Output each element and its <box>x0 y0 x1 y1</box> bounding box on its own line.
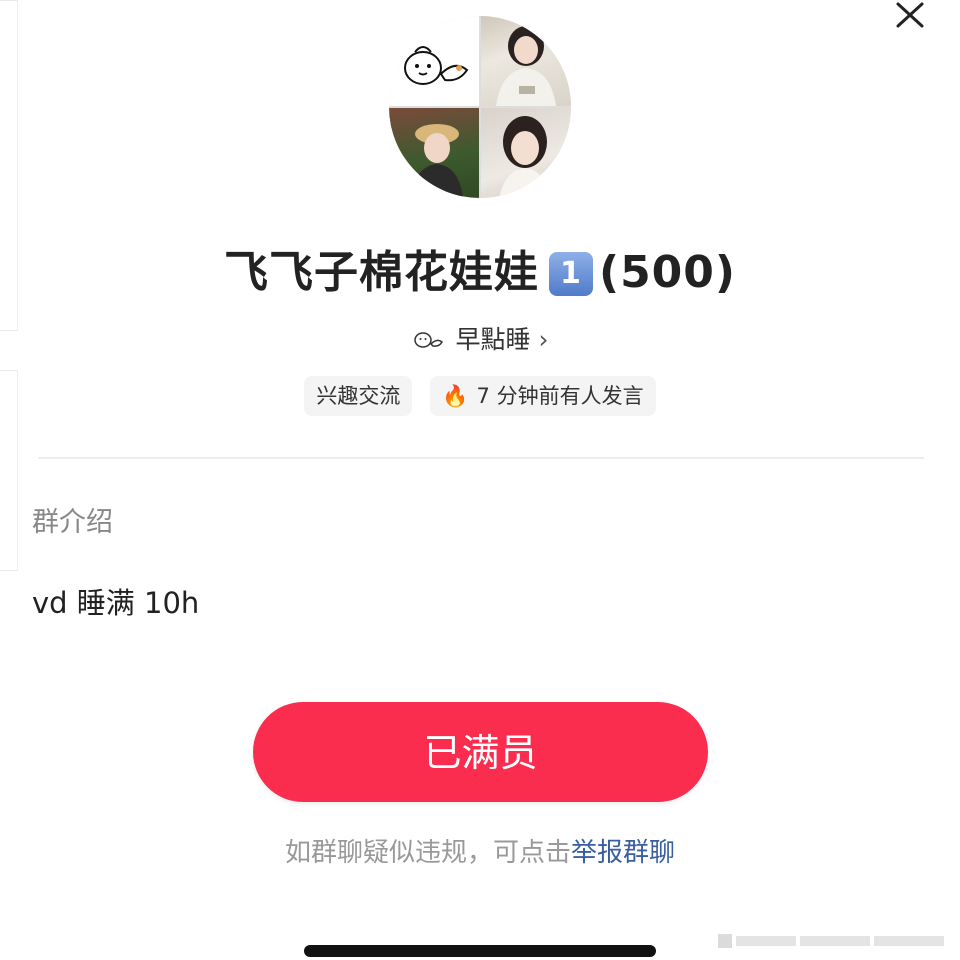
tag-label: 7 分钟前有人发言 <box>476 384 644 408</box>
close-button[interactable] <box>892 0 932 34</box>
member-avatar-photo <box>481 108 571 198</box>
member-count: (500) <box>598 247 737 298</box>
report-hint-text: 如群聊疑似违规，可点击 <box>284 838 571 868</box>
member-avatar-photo <box>481 16 571 106</box>
watermark-image <box>718 934 944 948</box>
group-avatar[interactable] <box>389 16 571 198</box>
member-avatar-cartoon <box>389 16 479 106</box>
intro-label: 群介绍 <box>32 507 113 538</box>
tag-label: 兴趣交流 <box>316 384 401 408</box>
divider <box>38 457 924 459</box>
left-edge-line <box>0 370 18 371</box>
member-avatar-photo <box>389 108 479 198</box>
group-owner-link[interactable]: 早點睡 › <box>0 320 960 356</box>
left-edge-line <box>0 570 18 571</box>
report-hint: 如群聊疑似违规，可点击举报群聊 <box>0 832 960 869</box>
group-name: 飞飞子棉花娃娃 <box>223 247 539 298</box>
owner-name: 早點睡 <box>455 325 531 354</box>
group-number-badge: 1 <box>548 252 593 296</box>
group-full-button[interactable]: 已满员 <box>253 702 708 802</box>
intro-text: vd 睡满 10h <box>32 586 200 620</box>
group-tags: 兴趣交流 🔥 7 分钟前有人发言 <box>0 376 960 416</box>
owner-avatar <box>411 324 445 354</box>
close-icon <box>896 2 924 28</box>
left-edge <box>0 0 38 960</box>
fire-icon: 🔥 <box>442 384 469 408</box>
tag-activity: 🔥 7 分钟前有人发言 <box>430 376 656 416</box>
tag-category: 兴趣交流 <box>304 376 413 416</box>
group-title: 飞飞子棉花娃娃 1 (500) <box>0 236 960 300</box>
chevron-right-icon: › <box>538 325 549 354</box>
home-indicator <box>304 945 656 957</box>
report-group-link[interactable]: 举报群聊 <box>571 838 675 868</box>
left-edge-line <box>0 0 18 1</box>
